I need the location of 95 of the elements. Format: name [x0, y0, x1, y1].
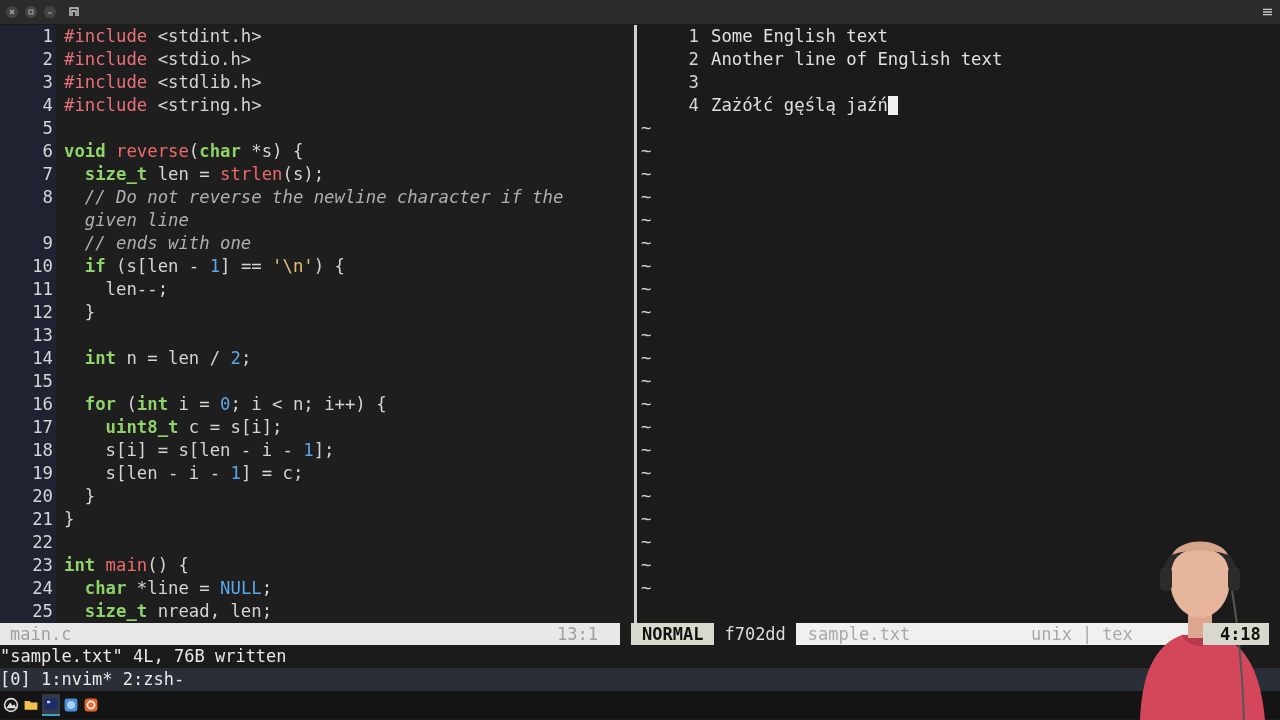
empty-line-marker: ~ — [641, 209, 652, 232]
empty-line-marker: ~ — [641, 255, 652, 278]
empty-line-marker: ~ — [641, 508, 652, 531]
empty-line-marker: ~ — [641, 439, 652, 462]
code-line: s[i] = s[len - i - 1]; — [104, 439, 335, 462]
code-line: len--; — [104, 278, 169, 301]
empty-line-marker: ~ — [641, 416, 652, 439]
empty-line-marker: ~ — [641, 117, 652, 140]
line-number: 5 — [42, 117, 53, 140]
empty-line-marker: ~ — [641, 577, 652, 600]
line-number: 21 — [32, 508, 53, 531]
line-number: 14 — [32, 347, 53, 370]
code-line: } — [83, 485, 96, 508]
line-number: 7 — [42, 163, 53, 186]
file-format: unix — [1030, 623, 1072, 645]
line-number: 15 — [32, 370, 53, 393]
empty-line-marker: ~ — [641, 393, 652, 416]
text-line: Some English text — [711, 25, 888, 48]
text-line: Another line of English text — [711, 48, 1003, 71]
app-icon — [83, 697, 99, 713]
empty-line-marker: ~ — [641, 554, 652, 577]
line-number: 1 — [688, 26, 699, 46]
minimize-icon[interactable] — [44, 6, 56, 18]
line-number: 2 — [688, 49, 699, 69]
browser-icon — [63, 697, 79, 713]
code-line: size_t len = strlen(s); — [83, 163, 325, 186]
file-name: main.c — [10, 623, 72, 645]
empty-line-marker: ~ — [641, 301, 652, 324]
menu-icon[interactable] — [1263, 8, 1272, 16]
line-number: 22 — [32, 531, 53, 554]
line-number: 6 — [42, 140, 53, 163]
line-number: 25 — [32, 600, 53, 623]
maximize-icon[interactable] — [25, 6, 37, 18]
cursor-position: 13:1 — [557, 623, 598, 645]
launcher-icon — [3, 697, 19, 713]
terminal-icon — [43, 696, 59, 712]
file-type: tex — [1102, 623, 1133, 645]
tmux-status: [0] 1:nvim* 2:zsh- — [0, 669, 185, 689]
line-number: 16 — [32, 393, 53, 416]
empty-line-marker: ~ — [641, 163, 652, 186]
text-line: Zażółć gęślą jaźń — [711, 94, 888, 117]
empty-line-marker: ~ — [641, 278, 652, 301]
separator: | — [1081, 623, 1093, 645]
empty-line-marker: ~ — [641, 347, 652, 370]
empty-line-marker: ~ — [641, 186, 652, 209]
code-line: // Do not reverse the newline character if the — [83, 186, 564, 209]
line-number: 19 — [32, 462, 53, 485]
empty-line-marker: ~ — [641, 140, 652, 163]
line-number: 11 — [32, 278, 53, 301]
code-line: size_t nread, len; — [83, 600, 273, 623]
close-icon[interactable] — [6, 6, 18, 18]
code-line: // ends with one — [83, 232, 252, 255]
cursor-position: 4:18 — [1202, 623, 1269, 645]
code-line: if (s[len - 1] == '\n') { — [83, 255, 345, 278]
code-line: uint8_t c = s[i]; — [104, 416, 283, 439]
line-number: 2 — [42, 48, 53, 71]
line-number: 24 — [32, 577, 53, 600]
line-number: 18 — [32, 439, 53, 462]
line-number: 20 — [32, 485, 53, 508]
code-line: void reverse(char *s) { — [64, 140, 304, 163]
code-line: #include <stdlib.h> — [64, 71, 262, 94]
code-line: s[len - i - 1] = c; — [104, 462, 304, 485]
code-line: given line — [83, 209, 189, 232]
mode-indicator: NORMAL — [631, 623, 715, 645]
commit-hash: f702dd — [723, 623, 787, 645]
line-number: 8 — [42, 186, 53, 209]
line-number: 4 — [42, 94, 53, 117]
line-number: 1 — [42, 25, 53, 48]
empty-line-marker: ~ — [641, 370, 652, 393]
code-line: int n = len / 2; — [83, 347, 252, 370]
file-name: sample.txt — [807, 623, 911, 645]
line-number: 9 — [42, 232, 53, 255]
code-line: } — [83, 301, 96, 324]
code-line: #include <stdint.h> — [64, 25, 262, 48]
line-number: 3 — [688, 72, 699, 92]
line-number: 10 — [32, 255, 53, 278]
status-message: "sample.txt" 4L, 76B written — [0, 646, 287, 666]
code-line: #include <string.h> — [64, 94, 262, 117]
line-number: 3 — [42, 71, 53, 94]
line-number: 12 — [32, 301, 53, 324]
line-number: 13 — [32, 324, 53, 347]
empty-line-marker: ~ — [641, 531, 652, 554]
empty-line-marker: ~ — [641, 485, 652, 508]
empty-line-marker: ~ — [641, 462, 652, 485]
line-number: 4 — [688, 95, 699, 115]
code-line: char *line = NULL; — [83, 577, 273, 600]
line-number: 17 — [32, 416, 53, 439]
code-line: int main() { — [64, 554, 189, 577]
code-line: #include <stdio.h> — [64, 48, 252, 71]
code-line: } — [64, 508, 75, 531]
line-number: 23 — [32, 554, 53, 577]
empty-line-marker: ~ — [641, 232, 652, 255]
empty-line-marker: ~ — [641, 324, 652, 347]
code-line: for (int i = 0; i < n; i++) { — [83, 393, 387, 416]
app-icon — [69, 7, 79, 17]
